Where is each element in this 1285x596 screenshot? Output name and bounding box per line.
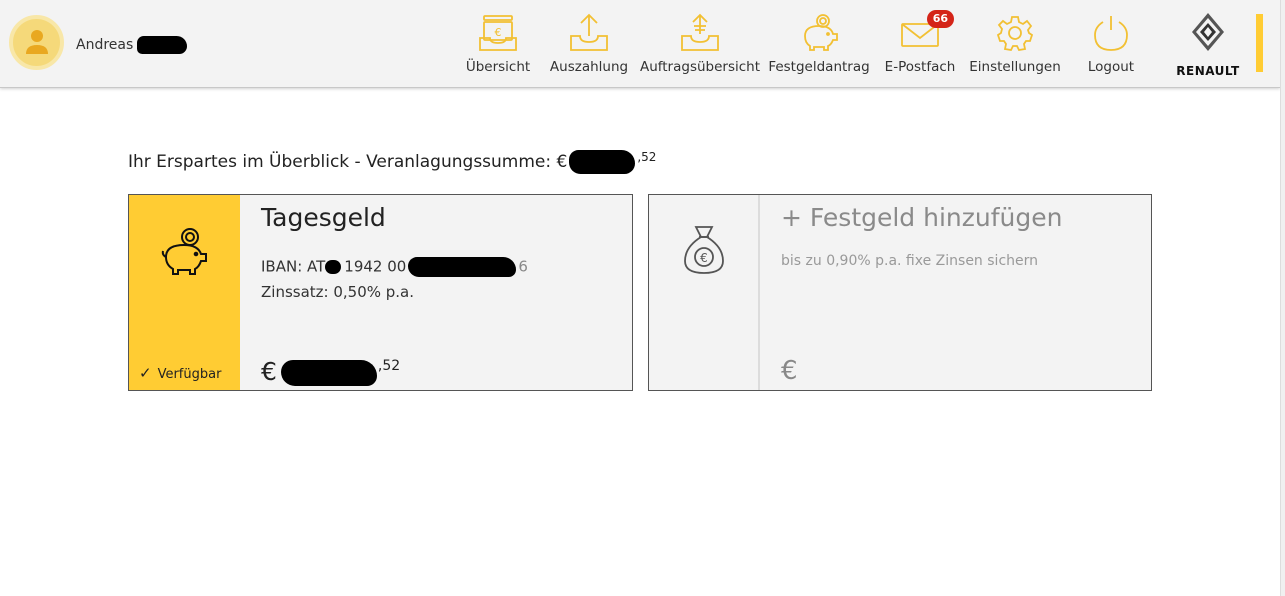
svg-text:€: €	[495, 26, 502, 39]
nav-auftragsuebersicht[interactable]: Auftragsübersicht	[639, 12, 761, 78]
nav-label: Einstellungen	[969, 59, 1061, 75]
summary-label: Ihr Erspartes im Überblick - Veranlagung…	[128, 152, 568, 172]
summary-cents: ,52	[637, 150, 657, 164]
user-icon	[25, 29, 48, 54]
nav-auszahlung[interactable]: Auszahlung	[548, 12, 630, 78]
checkmark-icon: ✓	[139, 364, 152, 382]
unread-count-badge: 66	[926, 10, 954, 28]
svg-text:€: €	[700, 251, 708, 265]
upload-list-icon	[678, 12, 722, 54]
nav-label: Übersicht	[465, 59, 531, 75]
nav-einstellungen[interactable]: Einstellungen	[967, 12, 1063, 78]
nav-label: E-Postfach	[884, 59, 956, 75]
power-icon	[1089, 12, 1133, 54]
tagesgeld-card[interactable]: ✓ Verfügbar Tagesgeld IBAN: AT 1942 00 6 Zi…	[128, 194, 633, 391]
renault-diamond-icon	[1192, 13, 1224, 51]
envelope-icon: 66	[898, 10, 954, 54]
inbox-euro-icon: €	[476, 12, 520, 54]
tagesgeld-card-body: Tagesgeld IBAN: AT 1942 00 6 Zinssatz: 0,5…	[241, 195, 632, 390]
savings-summary: Ihr Erspartes im Überblick - Veranlagung…	[128, 150, 656, 174]
balance-amount: € ,52	[261, 357, 400, 386]
accent-bar	[1256, 14, 1263, 72]
card-title: + Festgeld hinzufügen	[781, 203, 1063, 232]
piggy-bank-icon	[160, 225, 210, 281]
status-label: Verfügbar	[157, 367, 222, 382]
iban-prefix: IBAN: AT	[261, 257, 326, 276]
user-avatar[interactable]	[9, 15, 64, 70]
money-bag-icon: €	[681, 223, 727, 281]
window-scroll-edge	[1280, 0, 1285, 596]
nav-label: Festgeldantrag	[768, 59, 870, 75]
iban-line: IBAN: AT 1942 00 6	[261, 257, 528, 277]
nav-uebersicht[interactable]: € Übersicht	[464, 12, 532, 78]
brand-name: RENAULT	[1176, 64, 1240, 78]
nav-label: Logout	[1087, 59, 1135, 75]
festgeld-card-body: + Festgeld hinzufügen bis zu 0,90% p.a. …	[761, 195, 1151, 390]
nav-logout[interactable]: Logout	[1082, 12, 1140, 78]
currency-symbol: €	[261, 357, 277, 386]
redacted-balance	[280, 360, 377, 386]
nav-epostfach[interactable]: 66 E-Postfach	[882, 10, 958, 78]
redacted-iban-part-2	[408, 257, 517, 277]
top-navigation-bar: Andreas € Übersicht Auszahlung Auftragsü…	[0, 0, 1280, 88]
iban-suffix: 6	[518, 257, 528, 276]
piggy-bank-icon	[797, 12, 841, 54]
card-title: Tagesgeld	[261, 203, 386, 232]
redacted-surname	[137, 36, 188, 54]
festgeld-card-sidebar: €	[649, 195, 760, 390]
nav-label: Auftragsübersicht	[639, 59, 761, 75]
availability-status: ✓ Verfügbar	[139, 364, 221, 382]
gear-icon	[993, 12, 1037, 54]
user-first-name: Andreas	[76, 37, 134, 53]
interest-rate: Zinssatz: 0,50% p.a.	[261, 283, 415, 301]
renault-logo[interactable]: RENAULT	[1168, 12, 1248, 78]
card-subtitle: bis zu 0,90% p.a. fixe Zinsen sichern	[781, 253, 1039, 269]
nav-label: Auszahlung	[549, 59, 629, 75]
redacted-total-amount	[569, 150, 636, 174]
balance-cents: ,52	[377, 358, 401, 374]
iban-middle: 1942 00	[344, 257, 407, 276]
redacted-iban-part-1	[325, 260, 342, 274]
currency-symbol: €	[781, 356, 798, 386]
upload-tray-icon	[567, 12, 611, 54]
nav-festgeldantrag[interactable]: Festgeldantrag	[768, 12, 870, 78]
add-festgeld-card[interactable]: € + Festgeld hinzufügen bis zu 0,90% p.a…	[648, 194, 1152, 391]
tagesgeld-card-sidebar: ✓ Verfügbar	[129, 195, 240, 390]
user-name: Andreas	[76, 36, 188, 54]
